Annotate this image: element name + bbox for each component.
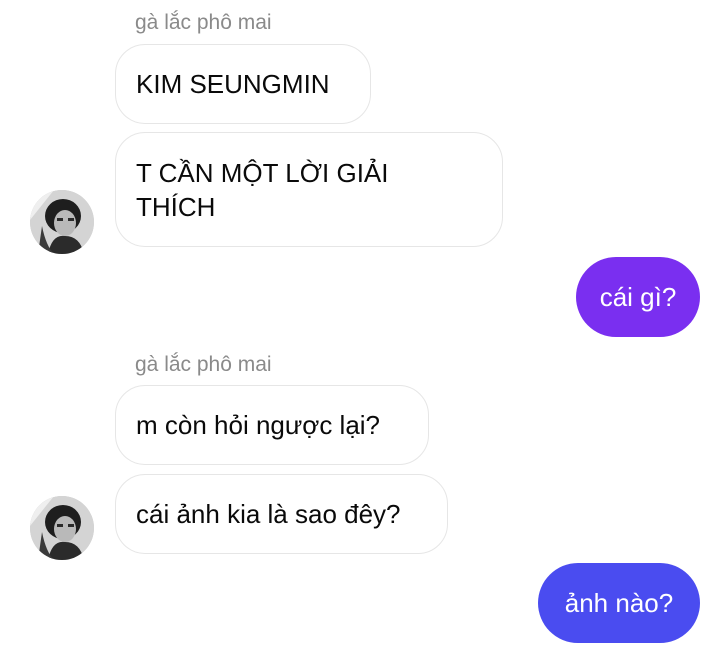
outgoing-message[interactable]: ảnh nào? xyxy=(538,563,700,643)
message-text: m còn hỏi ngược lại? xyxy=(136,410,381,440)
message-text: cái gì? xyxy=(599,282,677,312)
avatar[interactable] xyxy=(30,190,94,254)
incoming-message[interactable]: cái ảnh kia là sao đêy? xyxy=(115,474,448,554)
message-text: ảnh nào? xyxy=(564,588,674,618)
incoming-message[interactable]: m còn hỏi ngược lại? xyxy=(115,385,429,465)
avatar[interactable] xyxy=(30,496,94,560)
outgoing-message[interactable]: cái gì? xyxy=(576,257,700,337)
incoming-message[interactable]: KIM SEUNGMIN xyxy=(115,44,371,124)
incoming-message[interactable]: T CẦN MỘT LỜI GIẢI THÍCH xyxy=(115,132,503,247)
sender-name: gà lắc phô mai xyxy=(135,11,272,34)
sender-name: gà lắc phô mai xyxy=(135,353,272,376)
message-text: KIM SEUNGMIN xyxy=(136,69,330,99)
message-text: cái ảnh kia là sao đêy? xyxy=(136,499,401,529)
message-text: T CẦN MỘT LỜI GIẢI THÍCH xyxy=(136,158,389,222)
